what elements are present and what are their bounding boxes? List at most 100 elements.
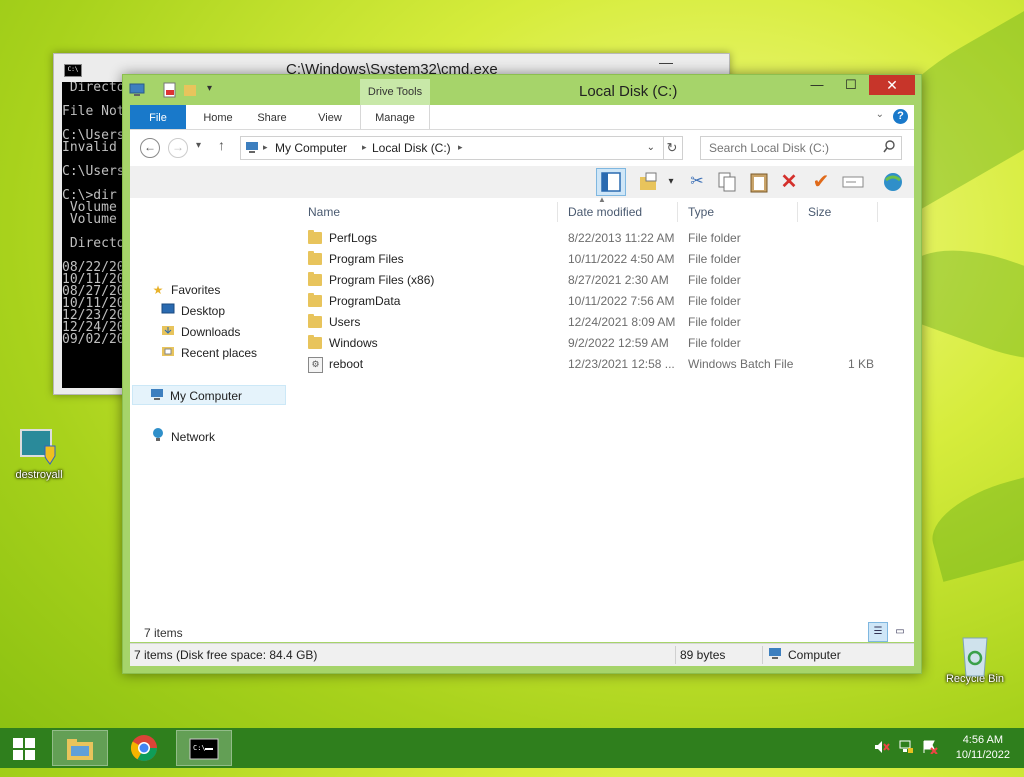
nav-favorites[interactable]: ★ Favorites: [150, 280, 221, 300]
new-folder-icon[interactable]: [183, 82, 197, 98]
forward-button[interactable]: →: [168, 138, 188, 158]
column-header-date-modified[interactable]: Date modified: [558, 202, 678, 222]
taskbar-chrome[interactable]: [116, 730, 172, 766]
nav-network-label: Network: [171, 430, 216, 444]
recent-locations-button[interactable]: ▾: [196, 140, 201, 151]
chevron-right-icon: ▸: [263, 142, 268, 152]
address-bar: ← → ▾ ↑ ▸ My Computer ▸ Local Disk (C:) …: [130, 130, 914, 166]
options-dropdown-icon[interactable]: ▾: [660, 171, 682, 193]
volume-muted-icon[interactable]: [874, 740, 890, 757]
minimize-button[interactable]: —: [803, 75, 831, 95]
search-box[interactable]: [700, 136, 902, 160]
address-dropdown-icon[interactable]: ⌄: [647, 142, 655, 153]
globe-icon[interactable]: [882, 171, 904, 193]
nav-recent-places[interactable]: Recent places: [160, 343, 257, 363]
search-input[interactable]: [707, 140, 881, 156]
file-row[interactable]: PerfLogs 8/22/2013 11:22 AM File folder: [298, 228, 898, 249]
file-explorer-icon: [67, 739, 93, 760]
details-view-icon[interactable]: ☰: [868, 622, 888, 642]
maximize-button[interactable]: ☐: [837, 75, 865, 95]
customize-toolbar-icon[interactable]: ▾: [207, 83, 212, 99]
refresh-button[interactable]: ↻: [662, 136, 683, 160]
close-button[interactable]: ✕: [869, 75, 915, 95]
network-status-icon[interactable]: [898, 740, 914, 757]
column-header-size[interactable]: Size: [798, 202, 878, 222]
taskbar-file-explorer[interactable]: [52, 730, 108, 766]
navigation-pane: ★ Favorites Desktop Downloads Recent plac…: [130, 198, 290, 642]
system-clock[interactable]: 4:56 AM 10/11/2022: [956, 733, 1010, 763]
properties-icon[interactable]: [163, 82, 177, 98]
cut-icon[interactable]: ✂: [686, 171, 708, 193]
explorer-titlebar[interactable]: ▾ Drive Tools Local Disk (C:) — ☐ ✕: [123, 75, 921, 105]
folder-properties-icon[interactable]: [638, 171, 660, 193]
nav-my-computer[interactable]: My Computer: [132, 385, 286, 405]
computer-icon: [149, 386, 165, 406]
help-button[interactable]: ?: [893, 109, 908, 124]
rename-icon[interactable]: [842, 171, 864, 193]
status-disk-free: 7 items (Disk free space: 84.4 GB): [134, 648, 318, 662]
nav-downloads[interactable]: Downloads: [160, 322, 240, 342]
file-name: Program Files: [329, 252, 404, 266]
delete-icon[interactable]: ✕: [778, 171, 800, 193]
cmd-icon: C:\: [189, 738, 219, 760]
file-row[interactable]: ProgramData 10/11/2022 7:56 AM File folder: [298, 291, 898, 312]
breadcrumb-local-disk[interactable]: Local Disk (C:): [372, 141, 451, 155]
desktop-icon-recycle-bin[interactable]: Recycle Bin: [940, 632, 1010, 685]
file-row[interactable]: Users 12/24/2021 8:09 AM File folder: [298, 312, 898, 333]
copy-icon[interactable]: [716, 171, 738, 193]
tab-share[interactable]: Share: [252, 105, 292, 129]
content-area: ★ Favorites Desktop Downloads Recent plac…: [130, 195, 914, 642]
nav-favorites-label: Favorites: [171, 283, 221, 297]
preview-pane-icon[interactable]: [596, 168, 626, 196]
file-row[interactable]: ⚙ reboot 12/23/2021 12:58 ... Windows Batch…: [298, 354, 898, 375]
large-icons-view-icon[interactable]: ▭: [890, 622, 910, 642]
desktop-icon-label: destroyall: [15, 469, 63, 481]
windows-logo-icon: [13, 738, 35, 760]
file-type: File folder: [688, 252, 741, 266]
svg-text:C:\: C:\: [193, 744, 206, 752]
chevron-down-icon[interactable]: ⌄: [876, 109, 884, 120]
cmd-minimize-button[interactable]: —: [653, 54, 679, 74]
breadcrumb-my-computer[interactable]: My Computer: [275, 141, 347, 155]
file-row[interactable]: Windows 9/2/2022 12:59 AM File folder: [298, 333, 898, 354]
file-name: PerfLogs: [329, 231, 378, 245]
desktop-icon-destroyall[interactable]: destroyall: [4, 428, 74, 481]
batch-file-icon: ⚙: [308, 357, 323, 373]
column-header-name[interactable]: Name: [298, 202, 558, 222]
file-row[interactable]: Program Files (x86) 8/27/2021 2:30 AM File…: [298, 270, 898, 291]
chrome-icon: [130, 735, 158, 762]
status-separator: [675, 646, 676, 664]
nav-desktop[interactable]: Desktop: [160, 301, 225, 321]
file-type: File folder: [688, 315, 741, 329]
file-date: 12/23/2021 12:58 ...: [568, 357, 675, 371]
file-row[interactable]: Program Files 10/11/2022 4:50 AM File fold…: [298, 249, 898, 270]
action-center-icon[interactable]: [922, 740, 938, 757]
status-selected-size: 89 bytes: [680, 648, 726, 662]
file-type: Windows Batch File: [688, 357, 794, 371]
tab-home[interactable]: Home: [198, 105, 238, 129]
breadcrumb[interactable]: ▸ My Computer ▸ Local Disk (C:) ▸ ⌄: [240, 136, 664, 160]
up-button[interactable]: ↑: [218, 137, 225, 153]
column-header-type[interactable]: Type: [678, 202, 798, 222]
paste-icon[interactable]: [748, 171, 770, 193]
explorer-window-title: Local Disk (C:): [579, 83, 678, 100]
back-button[interactable]: ←: [140, 138, 160, 158]
start-button[interactable]: [0, 730, 48, 766]
clock-time: 4:56 AM: [962, 734, 1004, 746]
tab-manage[interactable]: Manage: [360, 105, 430, 129]
folder-icon: [308, 335, 322, 349]
file-date: 10/11/2022 4:50 AM: [568, 252, 675, 266]
nav-network[interactable]: Network: [150, 427, 215, 447]
taskbar-cmd[interactable]: C:\: [176, 730, 232, 766]
tab-view[interactable]: View: [310, 105, 350, 129]
explorer-window[interactable]: ▾ Drive Tools Local Disk (C:) — ☐ ✕ File…: [122, 74, 922, 674]
nav-desktop-label: Desktop: [181, 304, 226, 318]
my-computer-icon[interactable]: [129, 82, 145, 98]
search-icon[interactable]: [883, 140, 895, 157]
folder-icon: [308, 293, 322, 307]
tab-file[interactable]: File: [130, 105, 186, 129]
chevron-right-icon: ▸: [458, 142, 463, 152]
file-type: File folder: [688, 294, 741, 308]
column-headers: ▲ Name Date modified Type Size: [298, 195, 898, 226]
checkmark-icon[interactable]: ✔: [810, 171, 832, 193]
